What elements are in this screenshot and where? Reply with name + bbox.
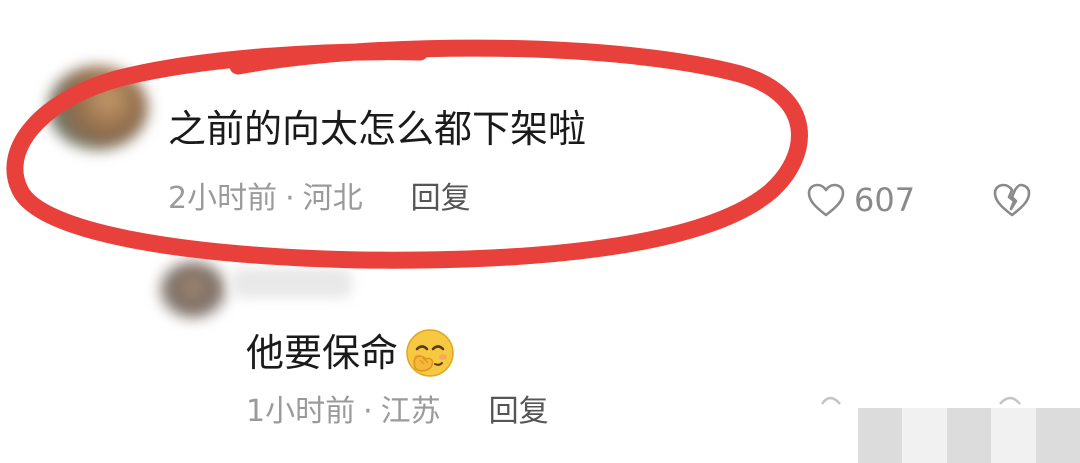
reply-comment: 他要保命 [246, 327, 456, 379]
comment-section: 之前的向太怎么都下架啦 2小时前 · 河北 回复 607 他要保命 1小时前 ·… [0, 0, 1080, 463]
smirking-hand-over-mouth-emoji [406, 329, 454, 377]
faint-like-icons [821, 396, 1021, 405]
reply-avatar[interactable] [160, 262, 226, 318]
like-count: 607 [854, 181, 916, 219]
comment-text: 之前的向太怎么都下架啦 [168, 107, 587, 151]
comment-meta: 2小时前 · 河北 回复 [168, 184, 471, 214]
comment-location: 河北 [302, 181, 363, 216]
dislike-button[interactable] [992, 182, 1032, 222]
like-button[interactable]: 607 [806, 182, 915, 218]
broken-heart-icon [993, 183, 1031, 217]
comment-time: 2小时前 [168, 181, 278, 216]
watermark-mosaic [858, 408, 1080, 463]
reply-comment-text: 他要保命 [246, 331, 399, 375]
meta-separator: · [363, 394, 373, 429]
avatar[interactable] [48, 66, 148, 150]
reply-meta: 1小时前 · 江苏 回复 [246, 397, 549, 427]
heart-outline-icon [807, 183, 845, 217]
blurred-username [232, 268, 352, 298]
meta-separator: · [285, 181, 295, 216]
reply-button[interactable]: 回复 [489, 397, 549, 427]
reply-button[interactable]: 回复 [411, 184, 471, 214]
reply-location: 江苏 [380, 394, 441, 429]
reply-time: 1小时前 [246, 394, 356, 429]
